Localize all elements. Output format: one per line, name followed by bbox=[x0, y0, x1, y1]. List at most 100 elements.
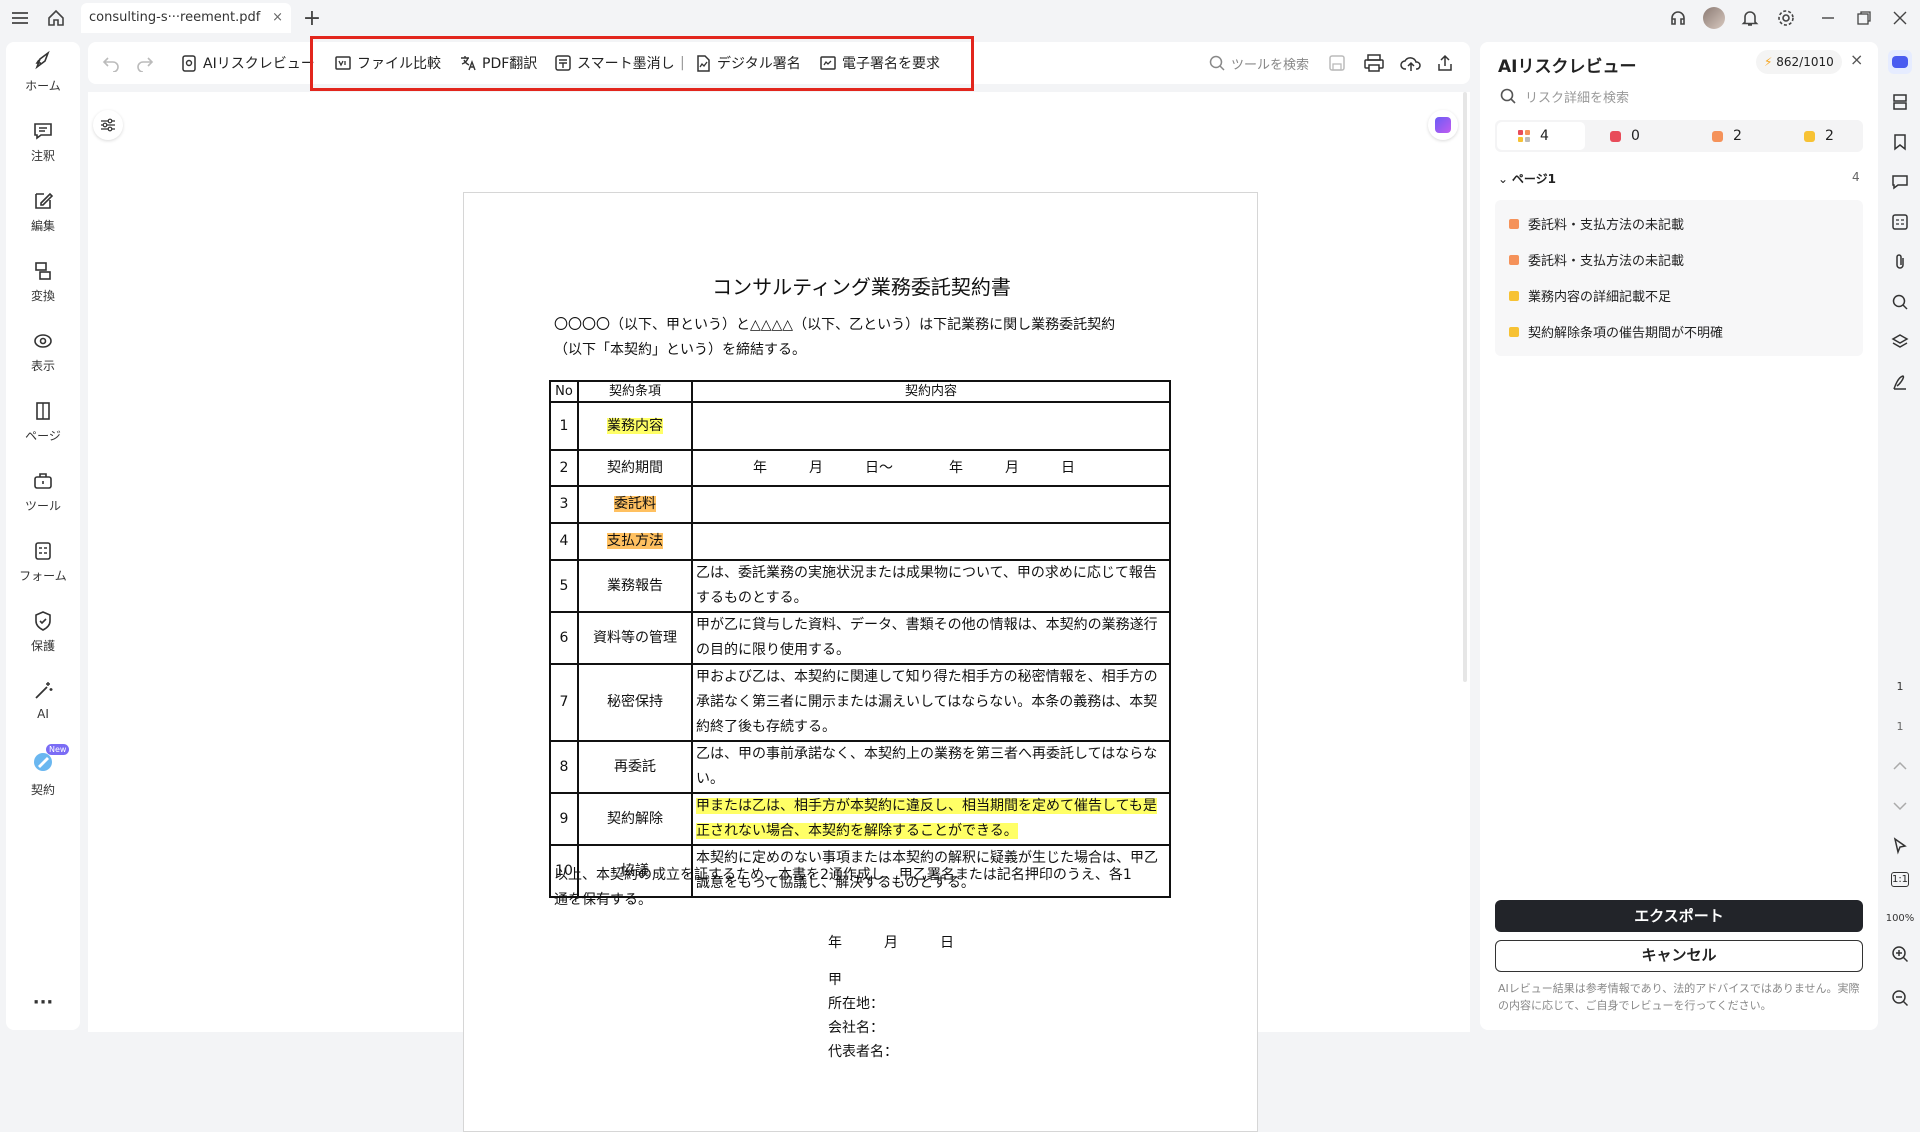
current-page-number[interactable]: 1 bbox=[1888, 674, 1912, 698]
pages-icon bbox=[36, 402, 50, 420]
bell-icon[interactable] bbox=[1738, 6, 1762, 30]
nav-label-ai: AI bbox=[37, 707, 49, 721]
comments-icon[interactable] bbox=[1888, 170, 1912, 194]
edit-icon bbox=[35, 192, 54, 209]
undo-icon[interactable] bbox=[102, 42, 125, 84]
ai-review-icon bbox=[182, 55, 196, 72]
close-window-icon[interactable] bbox=[1888, 6, 1912, 30]
filter-icon[interactable] bbox=[93, 110, 123, 140]
nav-label-form: フォーム bbox=[19, 569, 67, 583]
more-icon[interactable]: ··· bbox=[6, 992, 80, 1013]
row-content: 乙は、甲の事前承諾なく、本契約上の業務を第三者へ再委託してはならない。 bbox=[691, 740, 1171, 794]
filter-medium[interactable]: 2 bbox=[1712, 122, 1742, 150]
form-fields-icon[interactable] bbox=[1888, 210, 1912, 234]
zoom-out-icon[interactable] bbox=[1888, 986, 1912, 1010]
signature-icon[interactable] bbox=[1888, 370, 1912, 394]
headset-icon[interactable] bbox=[1666, 6, 1690, 30]
nav-edit[interactable]: 編集 bbox=[6, 190, 80, 234]
row-item: 業務内容 bbox=[577, 401, 693, 451]
ai-review-panel: AIリスクレビュー ⚡ 862/1010 × リスク詳細を検索 4 0 2 2 … bbox=[1480, 42, 1878, 1030]
tool-search[interactable]: ツールを検索 bbox=[1208, 42, 1309, 84]
row-content: 甲または乙は、相手方が本契約に違反し、相当期間を定めて催告しても是正されない場合… bbox=[691, 792, 1171, 846]
nav-form[interactable]: フォーム bbox=[6, 540, 80, 584]
filter-all[interactable]: 4 bbox=[1518, 122, 1549, 150]
nav-pages[interactable]: ページ bbox=[6, 400, 80, 444]
low-risk-dot bbox=[1804, 130, 1815, 142]
chevron-up-icon[interactable] bbox=[1888, 754, 1912, 778]
home-icon[interactable] bbox=[44, 6, 68, 30]
ai-review-button[interactable]: AIリスクレビュー bbox=[180, 42, 315, 84]
row-content: 甲が乙に貸与した資料、データ、書類その他の情報は、本契約の業務遂行の目的に限り使… bbox=[691, 611, 1171, 665]
nav-convert[interactable]: 変換 bbox=[6, 260, 80, 304]
document-tab[interactable]: consulting-s···reement.pdf × bbox=[81, 3, 291, 33]
section-count: 4 bbox=[1852, 170, 1860, 184]
redo-icon[interactable] bbox=[136, 42, 159, 84]
new-badge: New bbox=[46, 744, 70, 755]
search-icon[interactable] bbox=[1888, 290, 1912, 314]
cloud-upload-icon[interactable] bbox=[1400, 42, 1427, 84]
tab-close-icon[interactable]: × bbox=[272, 3, 283, 33]
nav-protect[interactable]: 保護 bbox=[6, 610, 80, 654]
highlighted-item: 支払方法 bbox=[607, 533, 663, 549]
ai-review-panel-icon[interactable] bbox=[1888, 50, 1912, 74]
row-content: 乙は、委託業務の実施状況または成果物について、甲の求めに応じて報告するものとする… bbox=[691, 559, 1171, 613]
ai-assistant-icon[interactable] bbox=[1428, 110, 1458, 140]
minimize-icon[interactable] bbox=[1816, 6, 1840, 30]
cursor-select-icon[interactable] bbox=[1888, 834, 1912, 858]
comment-icon bbox=[34, 123, 52, 140]
layers-icon[interactable] bbox=[1888, 330, 1912, 354]
eye-icon bbox=[34, 334, 52, 348]
nav-annotate[interactable]: 注釈 bbox=[6, 120, 80, 164]
nav-contract[interactable]: New 契約 bbox=[6, 744, 80, 798]
table-row: 9 契約解除 甲または乙は、相手方が本契約に違反し、相当期間を定めて催告しても是… bbox=[549, 792, 1171, 846]
zoom-level[interactable]: 100% bbox=[1886, 906, 1915, 930]
document-area: コンサルティング業務委託契約書 〇〇〇〇（以下、甲という）と△△△△（以下、乙と… bbox=[88, 92, 1470, 1132]
table-row: 5 業務報告 乙は、委託業務の実施状況または成果物について、甲の求めに応じて報告… bbox=[549, 559, 1171, 613]
thumbnails-icon[interactable] bbox=[1888, 90, 1912, 114]
gear-icon[interactable] bbox=[1774, 6, 1798, 30]
filter-low[interactable]: 2 bbox=[1804, 122, 1834, 150]
export-button[interactable]: エクスポート bbox=[1495, 900, 1863, 932]
section-page1[interactable]: ⌄ ページ1 bbox=[1498, 170, 1556, 187]
magic-wand-icon bbox=[35, 682, 53, 699]
bookmark-icon[interactable] bbox=[1888, 130, 1912, 154]
actual-size-icon[interactable]: 1:1 bbox=[1891, 872, 1909, 887]
print-icon[interactable] bbox=[1364, 42, 1389, 84]
row-content: 甲および乙は、本契約に関連して知り得た相手方の秘密情報を、相手方の承諾なく第三者… bbox=[691, 663, 1171, 742]
filter-high[interactable]: 0 bbox=[1610, 122, 1640, 150]
restore-icon[interactable] bbox=[1852, 6, 1876, 30]
row-item: 契約期間 bbox=[577, 449, 693, 487]
table-row: 6 資料等の管理 甲が乙に貸与した資料、データ、書類その他の情報は、本契約の業務… bbox=[549, 611, 1171, 665]
row-item: 再委託 bbox=[577, 740, 693, 794]
list-item[interactable]: 委託料・支払方法の未記載 bbox=[1509, 250, 1684, 269]
nav-tools[interactable]: ツール bbox=[6, 470, 80, 514]
avatar[interactable] bbox=[1702, 6, 1726, 30]
count-all: 4 bbox=[1540, 128, 1549, 144]
left-nav: ホーム 注釈 編集 変換 表示 ページ ツール フォーム 保護 AI New 契… bbox=[6, 42, 80, 1030]
zoom-in-icon[interactable] bbox=[1888, 942, 1912, 966]
nav-ai[interactable]: AI bbox=[6, 680, 80, 721]
close-panel-icon[interactable]: × bbox=[1850, 50, 1863, 69]
chevron-down-icon[interactable] bbox=[1888, 794, 1912, 818]
list-item[interactable]: 契約解除条項の催告期間が不明確 bbox=[1509, 322, 1723, 341]
list-item[interactable]: 業務内容の詳細記載不足 bbox=[1509, 286, 1671, 305]
attachment-icon[interactable] bbox=[1888, 250, 1912, 274]
nav-home[interactable]: ホーム bbox=[6, 50, 80, 94]
nav-view[interactable]: 表示 bbox=[6, 330, 80, 374]
all-risks-icon bbox=[1518, 130, 1530, 142]
cancel-button[interactable]: キャンセル bbox=[1495, 940, 1863, 972]
share-icon[interactable] bbox=[1436, 42, 1459, 84]
nav-label-tools: ツール bbox=[24, 499, 61, 513]
document-scrollbar[interactable] bbox=[1463, 92, 1467, 682]
row-content bbox=[691, 401, 1171, 451]
list-item[interactable]: 委託料・支払方法の未記載 bbox=[1509, 214, 1684, 233]
new-tab-icon[interactable]: + bbox=[300, 6, 324, 31]
save-icon[interactable] bbox=[1328, 42, 1351, 84]
medium-risk-dot bbox=[1509, 254, 1519, 265]
chevron-down-icon: ⌄ bbox=[1498, 172, 1512, 186]
row-content bbox=[691, 522, 1171, 561]
risk-search-input[interactable]: リスク詳細を検索 bbox=[1495, 82, 1863, 110]
menu-icon[interactable] bbox=[8, 6, 32, 30]
row-no: 3 bbox=[549, 485, 579, 524]
lightning-icon: ⚡ bbox=[1764, 55, 1773, 69]
